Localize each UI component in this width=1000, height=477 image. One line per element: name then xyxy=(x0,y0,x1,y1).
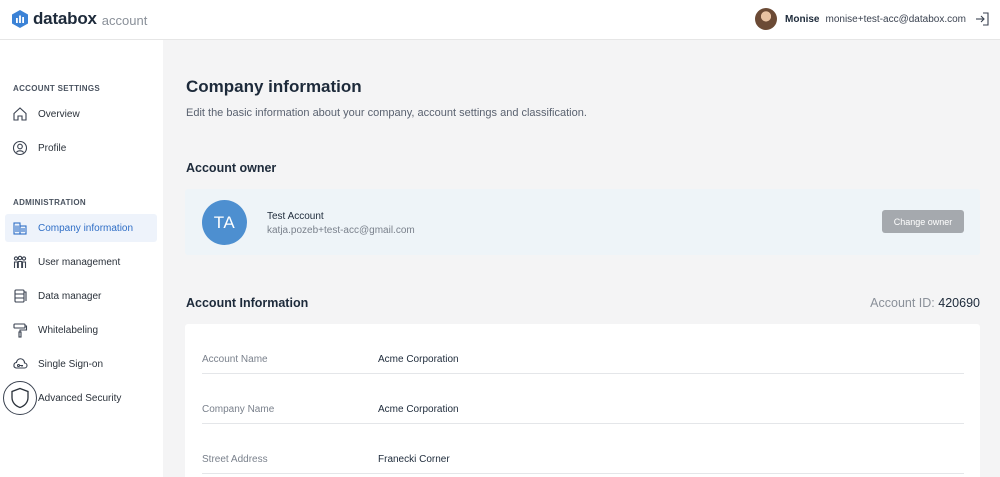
brand-name: databox xyxy=(33,9,97,28)
owner-email: katja.pozeb+test-acc@gmail.com xyxy=(267,225,415,236)
account-id-value: 420690 xyxy=(938,296,980,310)
user-circle-icon xyxy=(12,140,28,156)
section-title-account-settings: ACCOUNT SETTINGS xyxy=(13,84,101,93)
sidebar-item-label: Whitelabeling xyxy=(38,324,99,336)
top-header: databox account Monise monise+test-acc@d… xyxy=(0,0,1000,40)
field-label: Company Name xyxy=(202,404,275,415)
logout-icon[interactable] xyxy=(974,11,990,27)
databox-logo-icon xyxy=(12,10,28,28)
owner-name: Test Account xyxy=(267,211,324,222)
sidebar-item-label: Profile xyxy=(38,142,67,154)
info-row-company-name[interactable]: Company Name Acme Corporation xyxy=(202,374,964,424)
home-icon xyxy=(13,107,27,121)
info-row-street-address[interactable]: Street Address Franecki Corner xyxy=(202,424,964,474)
account-information-heading: Account Information xyxy=(186,296,309,310)
database-icon xyxy=(14,289,27,303)
account-information-card: Account Name Acme Corporation Company Na… xyxy=(185,324,980,477)
account-id: Account ID: 420690 xyxy=(870,296,980,310)
users-icon xyxy=(13,255,27,268)
main-content: Company information Edit the basic infor… xyxy=(163,40,1000,477)
brand-sub: account xyxy=(101,12,148,28)
user-name: Monise xyxy=(785,13,820,25)
sidebar-item-company-information[interactable]: Company information xyxy=(5,214,157,242)
page-title: Company information xyxy=(186,77,362,96)
shield-icon xyxy=(11,387,29,409)
building-icon xyxy=(13,222,27,235)
field-label: Account Name xyxy=(202,354,268,365)
sidebar-item-label: Data manager xyxy=(38,290,102,302)
user-menu[interactable]: Monise monise+test-acc@databox.com xyxy=(755,8,990,30)
field-value: Acme Corporation xyxy=(378,404,459,415)
account-id-label: Account ID: xyxy=(870,296,935,310)
brand[interactable]: databox account xyxy=(12,9,147,29)
user-email: monise+test-acc@databox.com xyxy=(825,13,967,25)
account-owner-card: TA Test Account katja.pozeb+test-acc@gma… xyxy=(185,189,980,255)
sidebar-item-label: User management xyxy=(38,256,121,268)
field-label: Street Address xyxy=(202,454,268,465)
sidebar-item-label: Company information xyxy=(38,222,134,234)
sidebar-item-whitelabeling[interactable]: Whitelabeling xyxy=(5,316,157,344)
user-avatar[interactable] xyxy=(755,8,778,30)
paint-roller-icon xyxy=(13,323,28,338)
sidebar-item-data-manager[interactable]: Data manager xyxy=(5,282,157,310)
info-row-account-name[interactable]: Account Name Acme Corporation xyxy=(202,324,964,374)
sidebar-item-label: Advanced Security xyxy=(38,392,122,404)
page-description: Edit the basic information about your co… xyxy=(186,107,587,119)
shield-icon-highlight[interactable] xyxy=(3,381,37,415)
field-value: Acme Corporation xyxy=(378,354,459,365)
sidebar-item-single-sign-on[interactable]: Single Sign-on xyxy=(5,350,157,378)
change-owner-button[interactable]: Change owner xyxy=(882,210,964,233)
sidebar-item-label: Overview xyxy=(38,108,80,120)
field-value: Franecki Corner xyxy=(378,454,450,465)
account-owner-heading: Account owner xyxy=(186,161,277,175)
section-title-administration: ADMINISTRATION xyxy=(13,198,86,207)
sidebar: ACCOUNT SETTINGS Overview Profile ADMINI… xyxy=(0,40,163,477)
cloud-key-icon xyxy=(13,358,28,369)
sidebar-item-overview[interactable]: Overview xyxy=(5,100,157,128)
sidebar-item-label: Single Sign-on xyxy=(38,358,104,370)
owner-avatar: TA xyxy=(202,200,247,245)
sidebar-item-profile[interactable]: Profile xyxy=(5,134,157,162)
sidebar-item-user-management[interactable]: User management xyxy=(5,248,157,276)
